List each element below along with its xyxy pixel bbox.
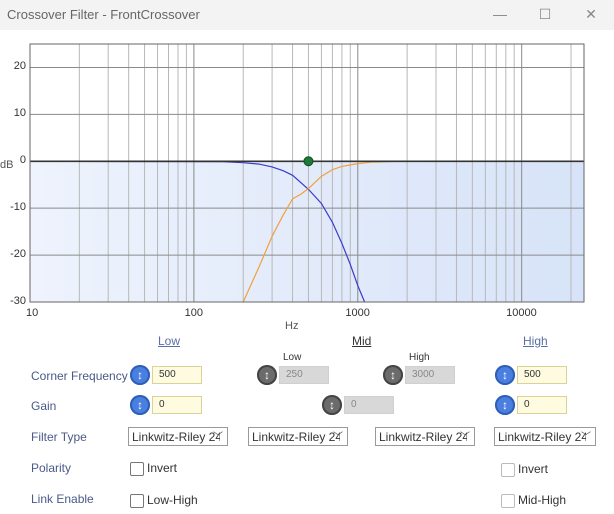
y-tick-label: -10 [10,201,26,214]
low-frequency-knob[interactable]: ↕ [130,365,150,385]
high-invert-checkbox[interactable] [501,463,515,477]
low-gain-input[interactable]: 0 [152,396,202,414]
knob-arrows-icon: ↕ [329,398,335,412]
maximize-button[interactable]: ☐ [534,4,556,24]
low-invert-label: Invert [147,461,178,475]
link-low-high-label: Low-High [147,493,198,507]
x-tick-label: 100 [184,307,203,319]
x-tick-label: 10 [26,307,39,319]
mid-low-frequency-input[interactable]: 250 [279,366,329,384]
knob-arrows-icon: ↕ [502,368,508,382]
filter-type-label: Filter Type [31,430,87,444]
close-button[interactable]: ✕ [580,4,602,24]
high-filter-type-select[interactable]: Linkwitz-Riley 24 ﹀ [494,427,596,446]
knob-arrows-icon: ↕ [390,368,396,382]
y-tick-label: 20 [13,60,26,73]
minimize-button[interactable]: — [489,4,511,24]
low-filter-type-select[interactable]: Linkwitz-Riley 24 ﹀ [128,427,228,446]
knob-arrows-icon: ↕ [137,368,143,382]
x-tick-label: 10000 [506,307,537,319]
link-mid-high-label: Mid-High [518,493,567,507]
tab-mid[interactable]: Mid [352,334,371,348]
link-low-high-checkbox[interactable] [130,494,144,508]
title-bar: Crossover Filter - FrontCrossover — ☐ ✕ [0,0,614,30]
corner-frequency-label: Corner Frequency [31,369,128,383]
mid-high-frequency-input[interactable]: 3000 [405,366,455,384]
low-frequency-input[interactable]: 500 [152,366,202,384]
mid-low-filter-type-select[interactable]: Linkwitz-Riley 24 ﹀ [248,427,348,446]
mid-high-filter-type-select[interactable]: Linkwitz-Riley 24 ﹀ [375,427,475,446]
high-invert-label: Invert [518,462,549,476]
mid-gain-input[interactable]: 0 [344,396,394,414]
mid-high-filter-type-value: Linkwitz-Riley 24 [379,430,467,444]
gain-label: Gain [31,399,57,413]
high-gain-input[interactable]: 0 [517,396,567,414]
high-gain-knob[interactable]: ↕ [495,395,515,415]
x-tick-label: 1000 [345,307,370,319]
high-frequency-input[interactable]: 500 [517,366,567,384]
low-gain-knob[interactable]: ↕ [130,395,150,415]
window-title: Crossover Filter - FrontCrossover [7,7,200,22]
mid-high-frequency-knob[interactable]: ↕ [383,365,403,385]
mid-low-filter-type-value: Linkwitz-Riley 24 [252,430,340,444]
high-filter-type-value: Linkwitz-Riley 24 [498,430,586,444]
chevron-down-icon: ﹀ [213,432,223,443]
plot-shaded-region [30,161,584,302]
crossover-marker[interactable] [303,156,314,167]
chevron-down-icon: ﹀ [581,432,591,443]
polarity-label: Polarity [31,461,72,475]
chevron-down-icon: ﹀ [333,432,343,443]
y-tick-label: 10 [13,107,26,120]
low-filter-type-value: Linkwitz-Riley 24 [132,430,220,444]
link-mid-high-checkbox[interactable] [501,494,515,508]
knob-arrows-icon: ↕ [502,398,508,412]
y-tick-label: -20 [10,248,26,261]
knob-arrows-icon: ↕ [137,398,143,412]
y-tick-label: -30 [10,295,26,307]
mid-low-label: Low [283,352,302,363]
high-frequency-knob[interactable]: ↕ [495,365,515,385]
y-tick-label: 0 [19,154,26,167]
tab-high[interactable]: High [523,334,548,348]
low-invert-checkbox[interactable] [130,462,144,476]
tab-low[interactable]: Low [158,334,180,348]
mid-gain-knob[interactable]: ↕ [322,395,342,415]
chevron-down-icon: ﹀ [460,432,470,443]
knob-arrows-icon: ↕ [264,368,270,382]
x-axis-label: Hz [285,320,299,332]
link-enable-label: Link Enable [31,492,94,506]
mid-low-frequency-knob[interactable]: ↕ [257,365,277,385]
mid-high-label: High [409,352,430,363]
